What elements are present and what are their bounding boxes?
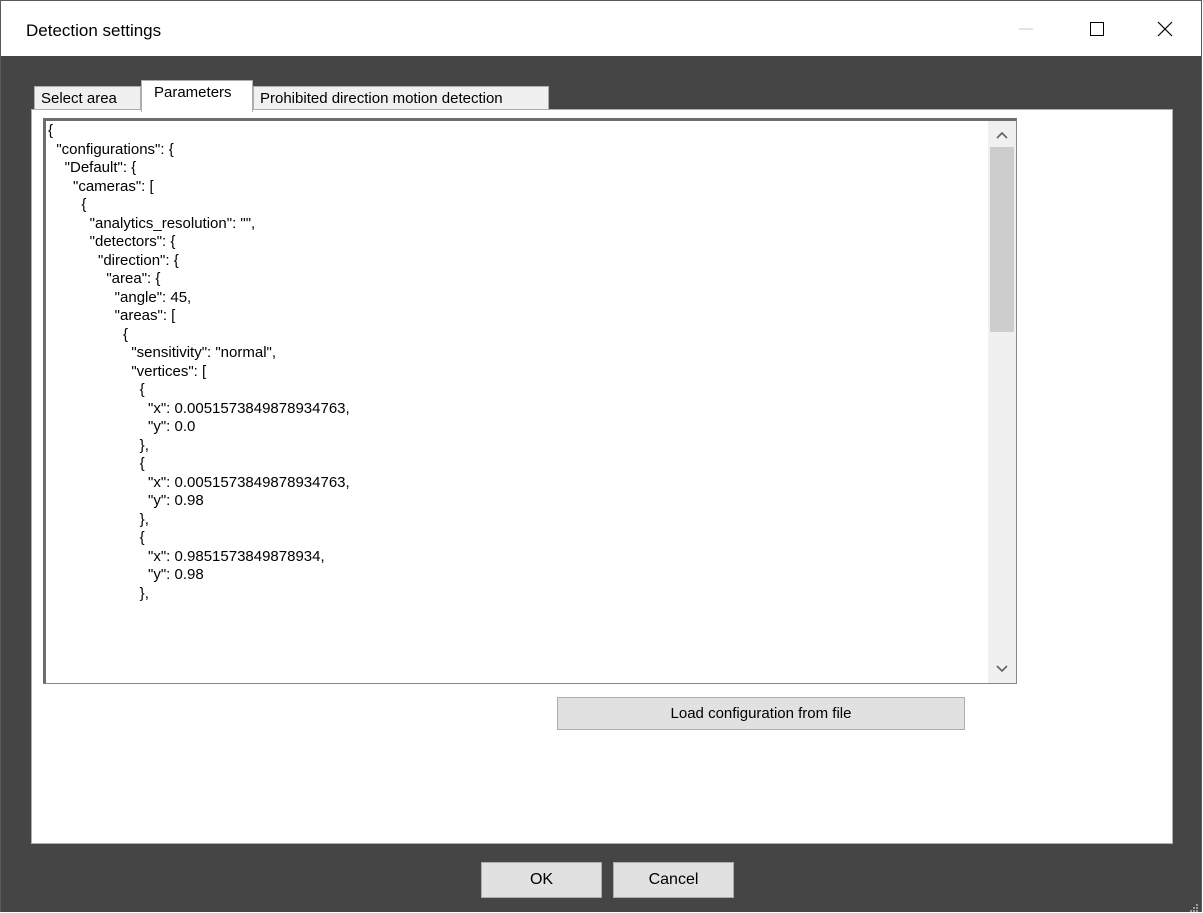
close-icon	[1157, 21, 1173, 36]
minimize-button[interactable]	[991, 1, 1061, 56]
dialog-client-area: Select area Parameters Prohibited direct…	[1, 56, 1201, 912]
vertical-scrollbar[interactable]	[988, 121, 1016, 683]
chevron-up-icon	[996, 131, 1008, 139]
chevron-down-icon	[996, 665, 1008, 673]
scroll-thumb[interactable]	[990, 147, 1014, 332]
scroll-up-button[interactable]	[988, 121, 1016, 149]
tab-select-area[interactable]: Select area	[34, 86, 141, 111]
maximize-button[interactable]	[1062, 1, 1132, 56]
configuration-editor[interactable]: { "configurations": { "Default": { "came…	[43, 118, 1017, 684]
tab-prohibited-direction[interactable]: Prohibited direction motion detection	[253, 86, 549, 111]
maximize-icon	[1090, 21, 1104, 36]
close-button[interactable]	[1130, 1, 1200, 56]
detection-settings-window: Detection settings Select area Parameter…	[0, 0, 1202, 912]
scroll-down-button[interactable]	[988, 655, 1016, 683]
load-configuration-button[interactable]: Load configuration from file	[557, 697, 965, 730]
window-title: Detection settings	[26, 21, 162, 40]
resize-grip-icon	[1190, 904, 1198, 912]
title-bar[interactable]: Detection settings	[1, 1, 1201, 56]
cancel-button[interactable]: Cancel	[613, 862, 734, 898]
configuration-text[interactable]: { "configurations": { "Default": { "came…	[48, 122, 350, 603]
resize-grip[interactable]	[1187, 900, 1199, 912]
tab-parameters[interactable]: Parameters	[141, 80, 253, 112]
ok-button[interactable]: OK	[481, 862, 602, 898]
parameters-panel: { "configurations": { "Default": { "came…	[31, 109, 1173, 844]
minimize-icon	[1019, 28, 1033, 29]
